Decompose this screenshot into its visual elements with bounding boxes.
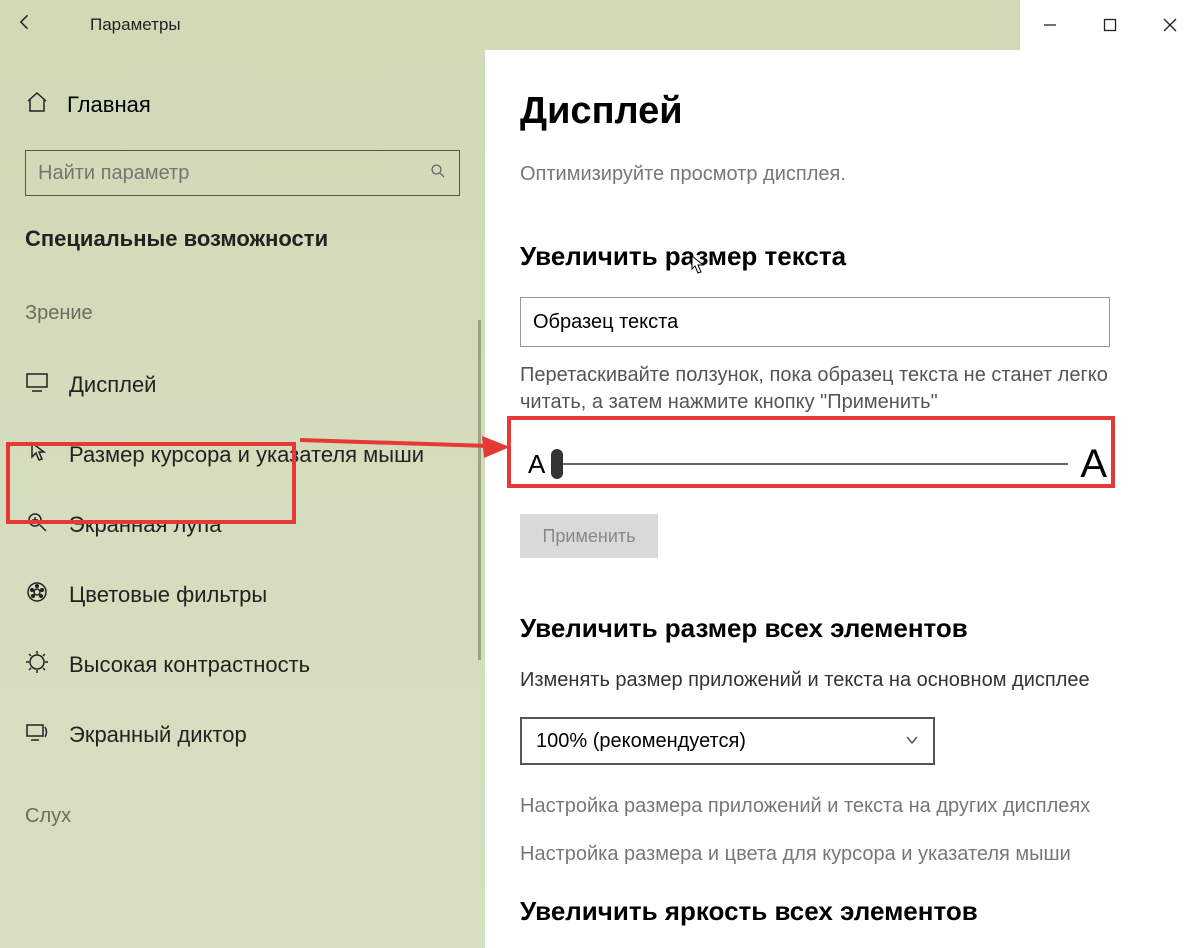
narrator-icon — [25, 720, 49, 750]
page-title: Дисплей — [520, 90, 1165, 133]
colorfilters-icon — [25, 580, 49, 610]
back-button[interactable] — [0, 12, 50, 38]
link-other-displays[interactable]: Настройка размера приложений и текста на… — [520, 795, 1165, 818]
titlebar: Параметры — [0, 0, 1200, 50]
textsize-heading-label: Увеличить размер текста — [520, 241, 846, 271]
sidebar-item-label: Экранный диктор — [69, 722, 247, 748]
allsize-description: Изменять размер приложений и текста на о… — [520, 669, 1165, 692]
link-cursor-settings[interactable]: Настройка размера и цвета для курсора и … — [520, 843, 1165, 866]
scrollbar[interactable] — [478, 320, 481, 660]
magnifier-icon — [25, 510, 49, 540]
home-icon — [25, 90, 49, 120]
sidebar-item-label: Экранная лупа — [69, 512, 221, 538]
group-vision-label: Зрение — [0, 302, 485, 325]
sample-text-box: Образец текста — [520, 297, 1110, 347]
sidebar-item-magnifier[interactable]: Экранная лупа — [0, 490, 485, 560]
mouse-cursor-icon — [690, 255, 706, 280]
minimize-button[interactable] — [1020, 0, 1080, 50]
sidebar-item-display[interactable]: Дисплей — [0, 350, 485, 420]
textsize-heading: Увеличить размер текста — [520, 241, 1165, 272]
slider-thumb[interactable] — [551, 449, 563, 479]
highcontrast-icon — [25, 650, 49, 680]
text-size-slider[interactable]: A A — [520, 434, 1115, 494]
sidebar-home-label: Главная — [67, 92, 151, 118]
sidebar-item-label: Размер курсора и указателя мыши — [69, 442, 424, 468]
apply-button[interactable]: Применить — [520, 514, 658, 558]
slider-track[interactable] — [557, 463, 1068, 465]
sidebar-item-label: Дисплей — [69, 372, 156, 398]
brightness-heading: Увеличить яркость всех элементов — [520, 896, 1165, 927]
sidebar-item-highcontrast[interactable]: Высокая контрастность — [0, 630, 485, 700]
sidebar-item-cursor[interactable]: Размер курсора и указателя мыши — [0, 420, 485, 490]
search-input[interactable] — [38, 162, 429, 185]
allsize-heading: Увеличить размер всех элементов — [520, 613, 1165, 644]
sidebar-home[interactable]: Главная — [25, 90, 460, 120]
chevron-down-icon — [905, 730, 919, 753]
search-box[interactable] — [25, 150, 460, 196]
page-description: Оптимизируйте просмотр дисплея. — [520, 163, 1165, 186]
apply-button-label: Применить — [542, 526, 635, 547]
section-label: Специальные возможности — [0, 226, 485, 252]
close-button[interactable] — [1140, 0, 1200, 50]
slider-instruction: Перетаскивайте ползунок, пока образец те… — [520, 362, 1120, 416]
sidebar-item-narrator[interactable]: Экранный диктор — [0, 700, 485, 770]
display-icon — [25, 370, 49, 400]
window-buttons — [1020, 0, 1200, 50]
scale-dropdown[interactable]: 100% (рекомендуется) — [520, 717, 935, 765]
search-icon — [429, 162, 447, 185]
cursor-icon — [25, 440, 49, 470]
scale-dropdown-value: 100% (рекомендуется) — [536, 730, 746, 753]
slider-max-label: A — [1080, 442, 1107, 487]
maximize-button[interactable] — [1080, 0, 1140, 50]
sidebar-item-label: Цветовые фильтры — [69, 582, 267, 608]
sample-text: Образец текста — [533, 311, 678, 334]
sidebar-item-colorfilters[interactable]: Цветовые фильтры — [0, 560, 485, 630]
sidebar-item-label: Высокая контрастность — [69, 652, 310, 678]
group-hearing-label: Слух — [0, 805, 485, 828]
slider-min-label: A — [528, 449, 545, 480]
content-panel: Дисплей Оптимизируйте просмотр дисплея. … — [485, 50, 1200, 948]
sidebar: Главная Специальные возможности Зрение Д… — [0, 50, 485, 948]
window-title: Параметры — [50, 15, 181, 35]
